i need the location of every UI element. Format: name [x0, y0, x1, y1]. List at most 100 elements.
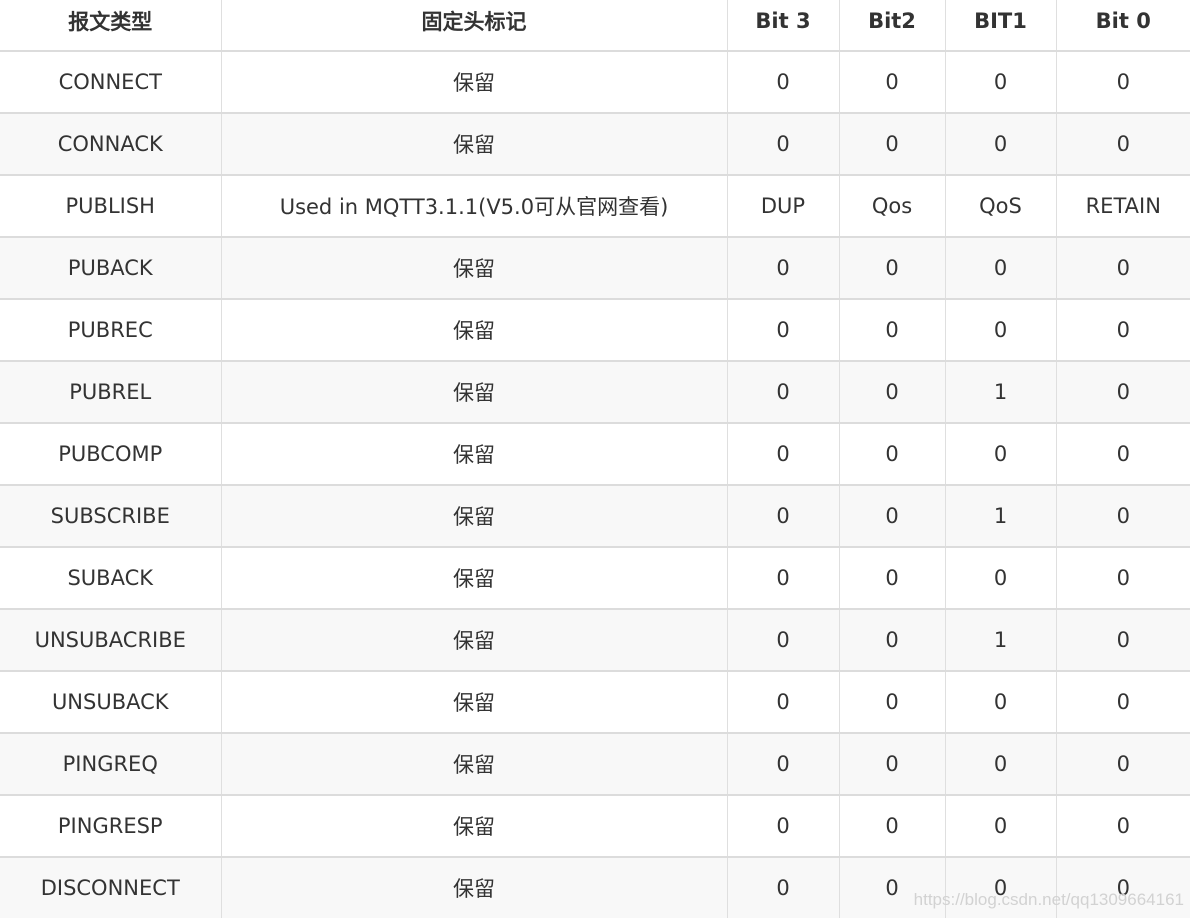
- fixed-header-flags-cell: 保留: [220, 608, 727, 671]
- table-row: CONNACK 保留 0 0 0 0: [0, 112, 1190, 175]
- bit-3-cell: 0: [726, 484, 839, 547]
- bit-1-cell: 0: [944, 856, 1056, 918]
- fixed-header-flags-cell: 保留: [220, 298, 727, 361]
- bit-2-cell: 0: [838, 422, 945, 485]
- table-row: PINGREQ 保留 0 0 0 0: [0, 732, 1190, 795]
- table-row: UNSUBACK 保留 0 0 0 0: [0, 670, 1190, 733]
- fixed-header-flags-cell: 保留: [220, 360, 727, 423]
- bit-2-cell: 0: [838, 360, 945, 423]
- bit-2-cell: 0: [838, 298, 945, 361]
- fixed-header-flags-cell: 保留: [220, 422, 727, 485]
- bit-3-cell: 0: [726, 670, 839, 733]
- header-packet-type: 报文类型: [0, 0, 221, 52]
- bit-2-cell: 0: [838, 51, 945, 113]
- packet-type-cell: CONNECT: [58, 70, 162, 94]
- table-row: PUBACK 保留 0 0 0 0: [0, 236, 1190, 299]
- bit-3-cell: 0: [726, 112, 839, 175]
- bit-1-cell: 0: [944, 298, 1056, 361]
- packet-type-cell: UNSUBACK: [0, 670, 221, 733]
- fixed-header-flags-cell: 保留: [220, 236, 727, 299]
- bit-0-cell: 0: [1055, 51, 1190, 113]
- bit-1-cell: 0: [944, 732, 1056, 795]
- packet-type-cell: DISCONNECT: [0, 856, 221, 918]
- fixed-header-flags-cell: 保留: [220, 112, 727, 175]
- header-bit-3: Bit 3: [726, 0, 839, 52]
- bit-1-cell: 1: [944, 608, 1056, 671]
- bit-3-cell: 0: [726, 422, 839, 485]
- fixed-header-flags-cell: Used in MQTT3.1.1(V5.0可从官网查看): [220, 174, 727, 237]
- bit-2-cell: 0: [838, 794, 945, 857]
- table-row: UNSUBACRIBE 保留 0 0 1 0: [0, 608, 1190, 671]
- bit-3-cell: 0: [726, 360, 839, 423]
- bit-3-cell: DUP: [726, 174, 839, 237]
- table-row: PUBLISH Used in MQTT3.1.1(V5.0可从官网查看) DUP Q…: [0, 174, 1190, 237]
- table-row: PUBCOMP 保留 0 0 0 0: [0, 422, 1190, 485]
- bit-1-cell: QoS: [944, 174, 1056, 237]
- bit-2-cell: 0: [838, 856, 945, 918]
- bit-0-cell: 0: [1055, 112, 1190, 175]
- table-row: SUBSCRIBE 保留 0 0 1 0: [0, 484, 1190, 547]
- bit-1-cell: 0: [944, 236, 1056, 299]
- bit-2-cell: 0: [838, 484, 945, 547]
- bit-1-cell: 0: [944, 112, 1056, 175]
- bit-3-cell: 0: [726, 856, 839, 918]
- header-bit-2: Bit2: [838, 0, 945, 52]
- bit-0-cell: 0: [1055, 236, 1190, 299]
- header-bit-1: BIT1: [944, 0, 1056, 52]
- bit-0-cell: 0: [1055, 670, 1190, 733]
- packet-type-cell: PINGREQ: [0, 732, 221, 795]
- fixed-header-flags-cell: 保留: [220, 732, 727, 795]
- table-row: PUBREL 保留 0 0 1 0: [0, 360, 1190, 423]
- bit-3-cell: 0: [726, 608, 839, 671]
- bit-2-cell: 0: [838, 546, 945, 609]
- table-row: DISCONNECT 保留 0 0 0 0: [0, 856, 1190, 918]
- bit-3-cell: 0: [726, 298, 839, 361]
- bit-3-cell: 0: [726, 546, 839, 609]
- bit-2-cell: 0: [838, 670, 945, 733]
- packet-type-cell: SUBSCRIBE: [0, 484, 221, 547]
- table-row: SUBACK 保留 0 0 0 0: [0, 546, 1190, 609]
- bit-2-cell: 0: [838, 608, 945, 671]
- bit-3-cell: 0: [726, 732, 839, 795]
- bit-2-cell: 0: [838, 112, 945, 175]
- bit-3-cell: 0: [726, 794, 839, 857]
- packet-type-cell: PUBACK: [0, 236, 221, 299]
- packet-type-cell: PUBREC: [0, 298, 221, 361]
- bit-3-cell: 0: [726, 236, 839, 299]
- packet-type-cell: PUBLISH: [0, 174, 221, 237]
- bit-1-cell: 1: [944, 360, 1056, 423]
- bit-0-cell: 0: [1055, 732, 1190, 795]
- mqtt-packet-type-table: 报文类型 固定头标记 Bit 3 Bit2 BIT1 Bit 0 CONNECT…: [0, 0, 1190, 918]
- bit-0-cell: 0: [1055, 546, 1190, 609]
- bit-0-cell: 0: [1055, 422, 1190, 485]
- header-fixed-header-flags: 固定头标记: [220, 0, 727, 52]
- bit-0-cell: 0: [1055, 608, 1190, 671]
- fixed-header-flags-cell: 保留: [220, 794, 727, 857]
- fixed-header-flags-cell: 保留: [220, 856, 727, 918]
- header-bit-0: Bit 0: [1055, 0, 1190, 52]
- bit-2-cell: 0: [838, 732, 945, 795]
- bit-0-cell: RETAIN: [1055, 174, 1190, 237]
- bit-2-cell: 0: [838, 236, 945, 299]
- bit-2-cell: Qos: [838, 174, 945, 237]
- fixed-header-flags-cell: 保留: [220, 51, 727, 113]
- table-row: PUBREC 保留 0 0 0 0: [0, 298, 1190, 361]
- bit-1-cell: 0: [944, 51, 1056, 113]
- bit-1-cell: 0: [944, 546, 1056, 609]
- bit-0-cell: 0: [1055, 856, 1190, 918]
- table-header-row: 报文类型 固定头标记 Bit 3 Bit2 BIT1 Bit 0: [0, 0, 1190, 52]
- bit-1-cell: 0: [944, 670, 1056, 733]
- packet-type-cell: PINGRESP: [0, 794, 221, 857]
- bit-1-cell: 0: [944, 422, 1056, 485]
- bit-0-cell: 0: [1055, 360, 1190, 423]
- bit-0-cell: 0: [1055, 794, 1190, 857]
- packet-type-cell: CONNACK: [0, 112, 221, 175]
- table-row: CONNECT 保留 0 0 0 0: [0, 51, 1190, 113]
- fixed-header-flags-cell: 保留: [220, 670, 727, 733]
- bit-0-cell: 0: [1055, 298, 1190, 361]
- packet-type-cell: PUBREL: [0, 360, 221, 423]
- bit-1-cell: 1: [944, 484, 1056, 547]
- table-row: PINGRESP 保留 0 0 0 0: [0, 794, 1190, 857]
- table-body: CONNECT 保留 0 0 0 0 CONNACK 保留 0 0 0 0 PUBLISH Used in…: [0, 51, 1190, 918]
- packet-type-cell: PUBCOMP: [0, 422, 221, 485]
